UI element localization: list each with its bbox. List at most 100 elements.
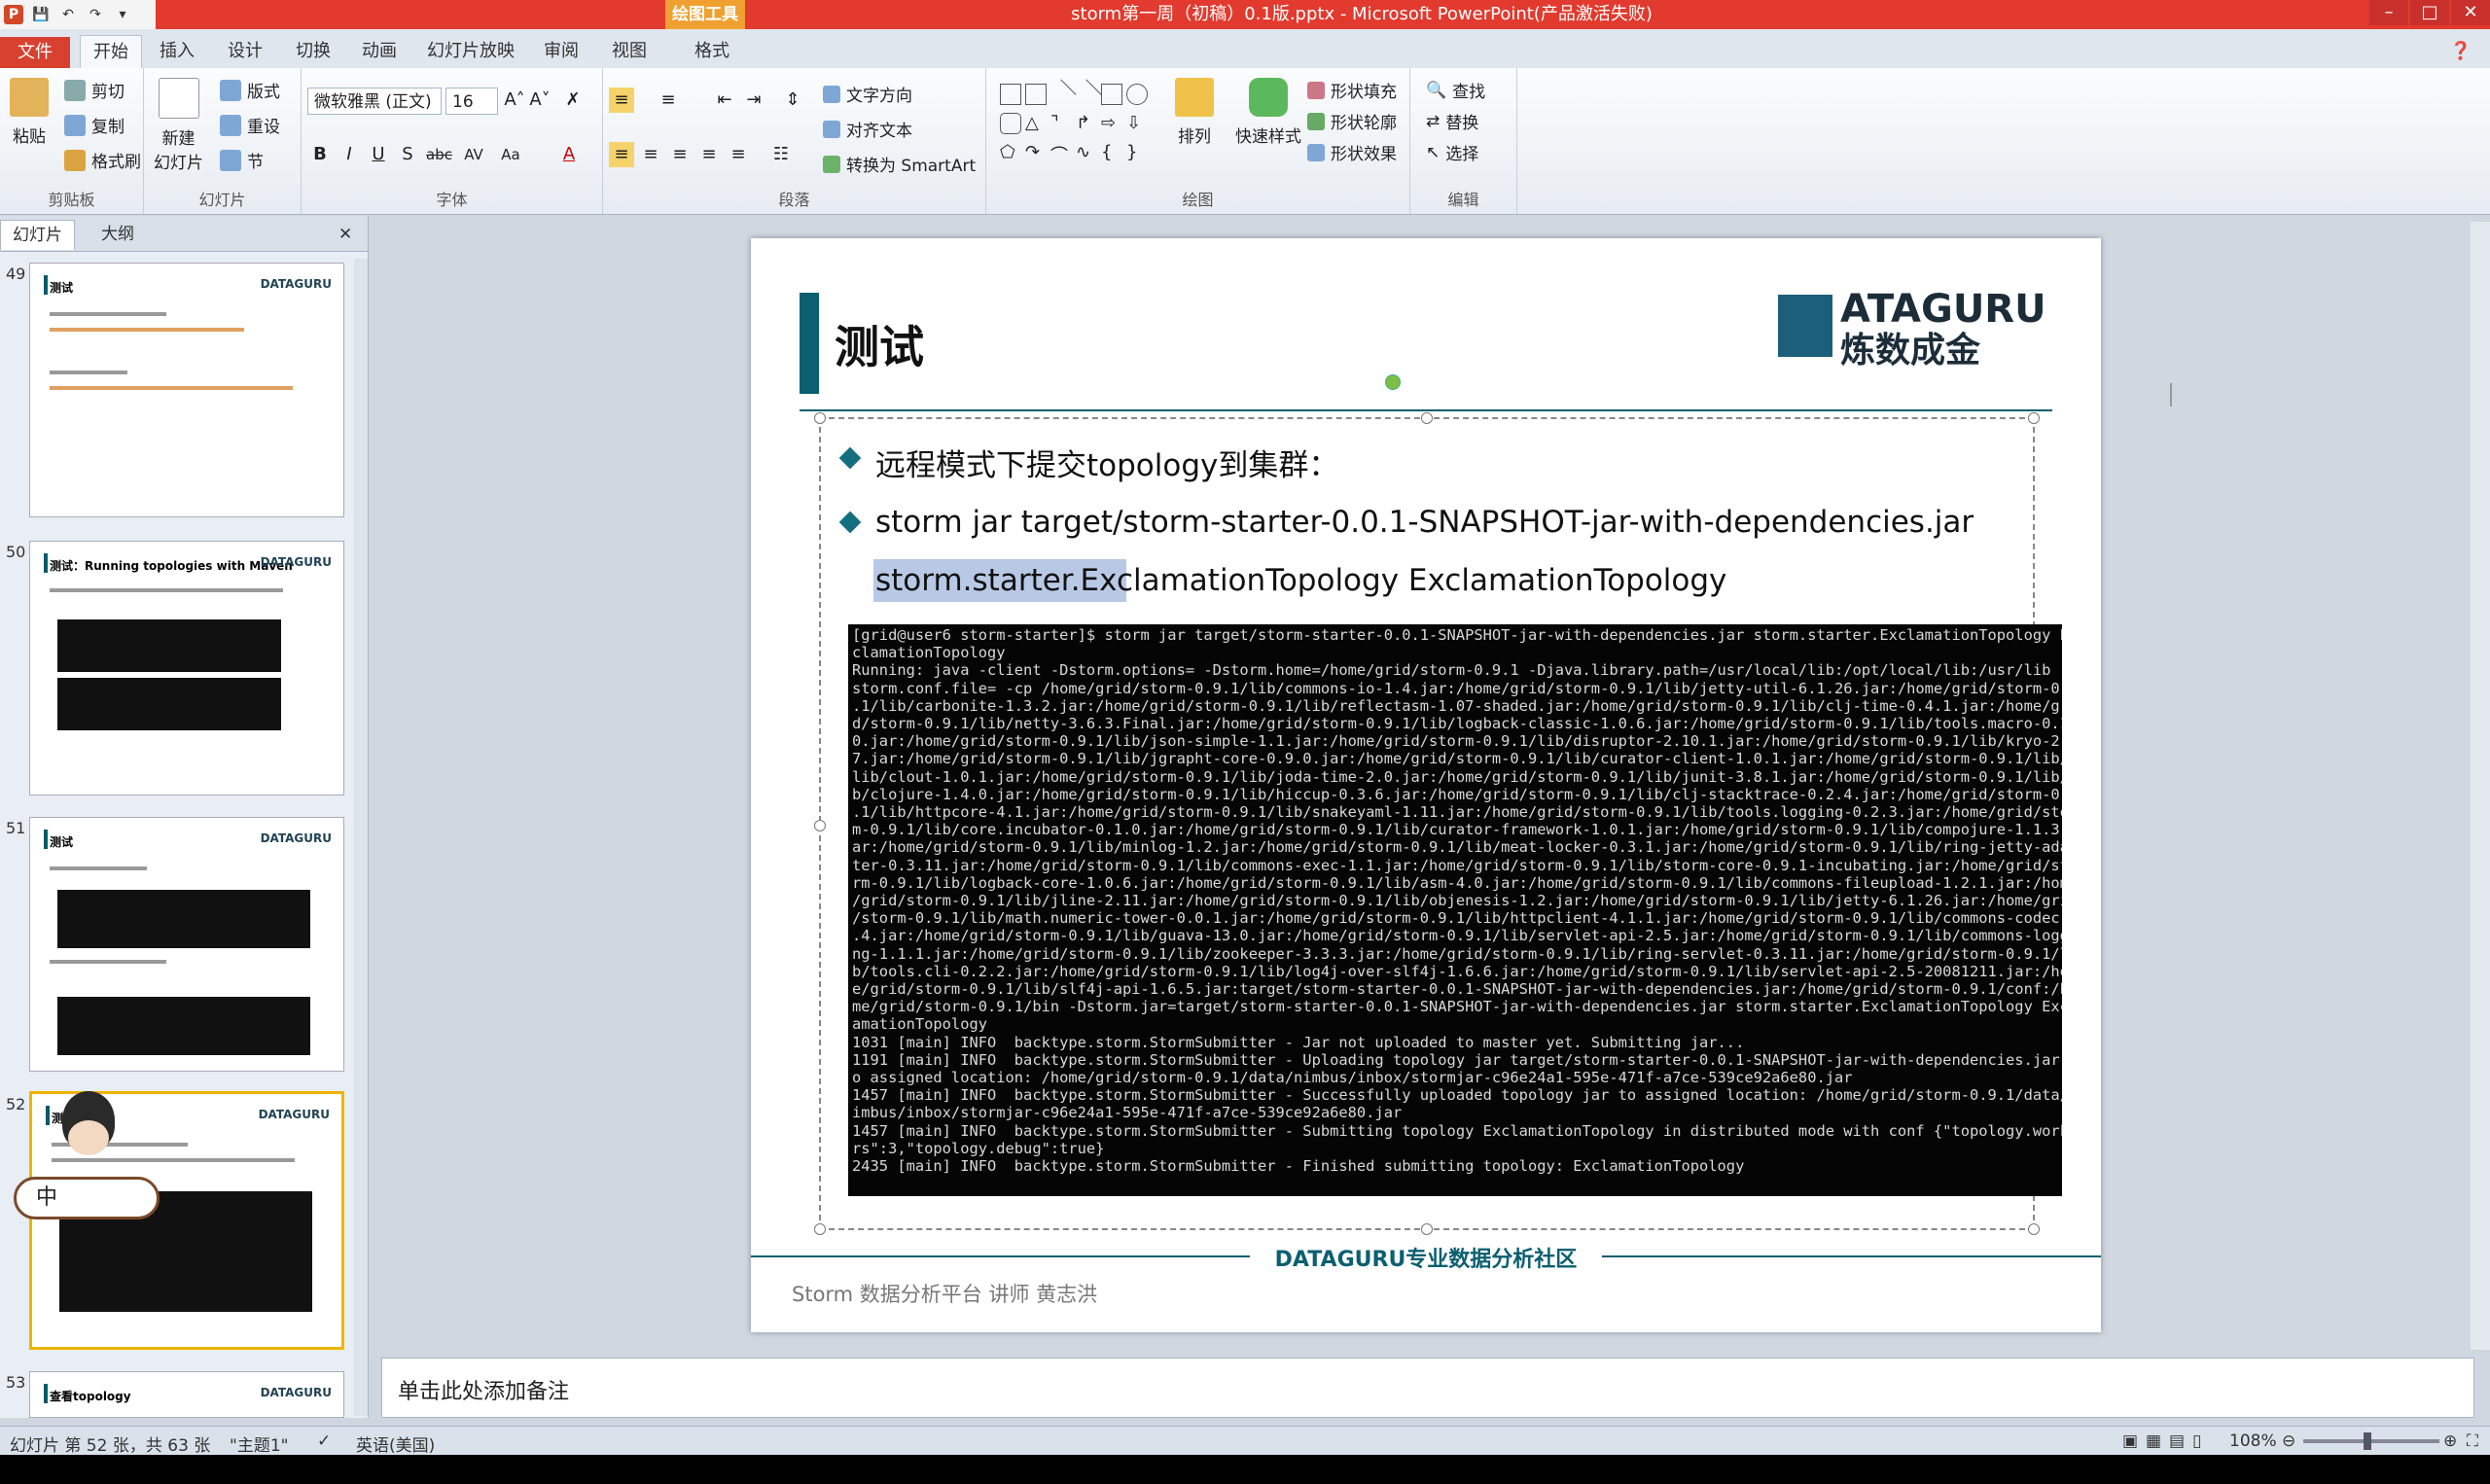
language-indicator[interactable]: 英语(美国)	[356, 1431, 435, 1456]
slide-sorter-view-icon[interactable]: ▦	[2146, 1431, 2161, 1451]
tab-design[interactable]: 设计	[220, 35, 270, 68]
layout-button[interactable]: 版式	[220, 78, 280, 102]
left-brace-shape-icon[interactable]: {	[1101, 142, 1122, 163]
elbow-arrow-shape-icon[interactable]: ↱	[1076, 113, 1097, 134]
close-button[interactable]: ✕	[2451, 0, 2490, 25]
tab-home[interactable]: 开始	[80, 35, 142, 69]
save-icon[interactable]: 💾	[31, 5, 51, 24]
reading-view-icon[interactable]: ▤	[2169, 1431, 2185, 1451]
close-panel-icon[interactable]: ✕	[338, 220, 352, 249]
decrease-indent-button[interactable]: ⇤	[712, 88, 737, 113]
right-brace-shape-icon[interactable]: }	[1126, 142, 1148, 163]
resize-handle[interactable]	[814, 412, 826, 424]
tab-animations[interactable]: 动画	[354, 35, 405, 68]
redo-icon[interactable]: ↷	[86, 5, 105, 24]
triangle-shape-icon[interactable]: △	[1025, 113, 1047, 134]
cut-button[interactable]: 剪切	[64, 78, 124, 102]
down-arrow-shape-icon[interactable]: ⇩	[1126, 113, 1148, 134]
font-name-combo[interactable]: 微软雅黑 (正文)	[307, 88, 442, 115]
shape-effects-button[interactable]: 形状效果	[1307, 140, 1397, 164]
zoom-slider[interactable]	[2303, 1439, 2439, 1443]
copy-button[interactable]: 复制	[64, 113, 124, 137]
numbering-button[interactable]: ≡	[656, 88, 681, 113]
bullets-button[interactable]: ≡	[609, 88, 634, 113]
italic-button[interactable]: I	[337, 142, 362, 167]
shrink-font-button[interactable]: A˅	[527, 88, 552, 113]
normal-view-icon[interactable]: ▣	[2122, 1431, 2138, 1451]
arrange-button[interactable]: 排列	[1175, 78, 1214, 147]
align-left-button[interactable]: ≡	[609, 142, 634, 167]
arrow-shape-icon[interactable]	[1071, 79, 1102, 110]
format-painter-button[interactable]: 格式刷	[64, 148, 141, 172]
grow-font-button[interactable]: A˄	[502, 88, 527, 113]
slide-canvas[interactable]: 测试 ATAGURU 炼数成金 远程模式下提交topology到集群： stor…	[751, 238, 2172, 1332]
tab-review[interactable]: 审阅	[537, 35, 586, 68]
zoom-out-icon[interactable]: ⊖	[2282, 1431, 2295, 1451]
paste-button[interactable]: 粘贴	[10, 78, 49, 147]
shape-fill-button[interactable]: 形状填充	[1307, 78, 1397, 102]
new-slide-button[interactable]: 新建 幻灯片	[154, 78, 203, 173]
maximize-button[interactable]: □	[2410, 0, 2449, 25]
rotation-handle[interactable]	[1385, 374, 1401, 390]
reset-button[interactable]: 重设	[220, 113, 280, 137]
notes-placeholder[interactable]: 单击此处添加备注	[398, 1374, 569, 1405]
resize-handle[interactable]	[814, 1223, 826, 1235]
align-text-button[interactable]: 对齐文本	[823, 117, 912, 141]
line-spacing-button[interactable]: ⇕	[780, 88, 805, 113]
ime-mode-label[interactable]: 中	[36, 1185, 57, 1210]
bullet-text[interactable]: storm jar target/storm-starter-0.0.1-SNA…	[875, 505, 1974, 540]
resize-handle[interactable]	[1421, 1223, 1433, 1235]
spellcheck-icon[interactable]: ✓	[317, 1431, 331, 1451]
zoom-in-icon[interactable]: ⊕	[2443, 1431, 2457, 1451]
smartart-button[interactable]: 转换为 SmartArt	[823, 152, 976, 176]
section-button[interactable]: 节	[220, 148, 264, 172]
slide-thumbnail-49[interactable]: 测试 DATAGURU	[29, 263, 344, 517]
powerpoint-app-icon[interactable]: P	[4, 5, 23, 24]
zoom-level[interactable]: 108%	[2229, 1431, 2277, 1451]
slide-thumbnail-53[interactable]: 查看topology DATAGURU	[29, 1371, 344, 1418]
elbow-connector-shape-icon[interactable]: ⌝	[1050, 113, 1072, 134]
undo-icon[interactable]: ↶	[58, 5, 78, 24]
slide-thumbnail-50[interactable]: 测试：Running topologies with Maven DATAGUR…	[29, 541, 344, 795]
rectangle-shape-icon[interactable]	[1101, 84, 1122, 105]
ime-toolbar[interactable]: 中	[14, 1177, 160, 1219]
pentagon-shape-icon[interactable]: ⬠	[1000, 142, 1021, 163]
notes-pane[interactable]: 单击此处添加备注	[381, 1358, 2474, 1418]
font-color-button[interactable]: A	[556, 142, 582, 167]
shape-outline-button[interactable]: 形状轮廓	[1307, 109, 1397, 133]
help-icon[interactable]: ❓	[2441, 35, 2480, 68]
textbox-shape-icon[interactable]	[1000, 84, 1021, 105]
tab-slides[interactable]: 幻灯片	[0, 220, 75, 250]
rounded-rect-shape-icon[interactable]	[1000, 113, 1021, 134]
tab-file[interactable]: 文件	[0, 37, 70, 68]
shadow-button[interactable]: S	[395, 142, 420, 167]
tab-insert[interactable]: 插入	[152, 35, 202, 68]
slide-title[interactable]: 测试	[835, 312, 924, 376]
curved-arrow-shape-icon[interactable]: ↷	[1025, 142, 1047, 163]
align-right-button[interactable]: ≡	[667, 142, 693, 167]
strikethrough-button[interactable]: abc	[426, 142, 452, 167]
tab-outline[interactable]: 大纲	[89, 220, 146, 249]
vertical-textbox-shape-icon[interactable]	[1025, 84, 1047, 105]
increase-indent-button[interactable]: ⇥	[741, 88, 766, 113]
tab-format[interactable]: 格式	[681, 35, 743, 68]
slide-thumbnail-51[interactable]: 测试 DATAGURU	[29, 817, 344, 1072]
arc-shape-icon[interactable]: ⌒	[1050, 142, 1072, 166]
panel-scrollbar[interactable]	[354, 259, 368, 1416]
justify-button[interactable]: ≡	[696, 142, 722, 167]
tab-slideshow[interactable]: 幻灯片放映	[418, 35, 523, 68]
clear-formatting-button[interactable]: ✗	[560, 88, 586, 113]
tab-view[interactable]: 视图	[605, 35, 654, 68]
freeform-shape-icon[interactable]: ∿	[1076, 142, 1097, 163]
bullet-text-continuation[interactable]: storm.starter.ExclamationTopology Exclam…	[875, 563, 1726, 598]
text-direction-button[interactable]: 文字方向	[823, 82, 912, 106]
align-center-button[interactable]: ≡	[638, 142, 663, 167]
distributed-button[interactable]: ≡	[726, 142, 751, 167]
font-size-combo[interactable]: 16	[445, 88, 498, 115]
resize-handle[interactable]	[814, 820, 826, 831]
replace-button[interactable]: ⇄ 替换	[1426, 109, 1478, 134]
fit-to-window-icon[interactable]: ⛶	[2467, 1431, 2478, 1451]
vertical-scrollbar[interactable]	[2471, 222, 2490, 1350]
quick-styles-button[interactable]: 快速样式	[1235, 78, 1301, 147]
oval-shape-icon[interactable]	[1126, 84, 1148, 105]
